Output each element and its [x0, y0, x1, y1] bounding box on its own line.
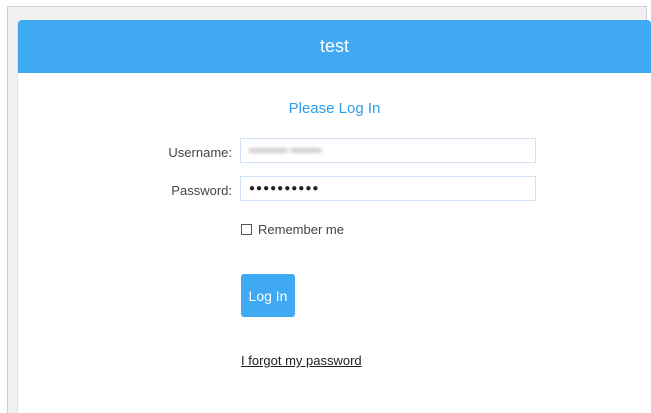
login-button[interactable]: Log In: [241, 274, 295, 317]
password-field[interactable]: ●●●●●●●●●●: [240, 176, 536, 201]
login-subtitle: Please Log In: [288, 100, 381, 117]
card-title: test: [319, 36, 349, 56]
username-label: Username:: [168, 145, 232, 160]
username-field[interactable]: •••••••••• ••••••••: [240, 138, 536, 163]
password-label: Password:: [171, 183, 232, 198]
login-card: test Please Log In Username: •••••••••• …: [17, 20, 651, 413]
username-value: •••••••••• ••••••••: [249, 144, 322, 157]
remember-me-row[interactable]: Remember me: [241, 222, 344, 237]
card-header: test: [18, 20, 651, 73]
remember-me-label[interactable]: Remember me: [258, 222, 344, 237]
remember-me-checkbox[interactable]: [241, 224, 252, 235]
password-value: ●●●●●●●●●●: [249, 183, 320, 194]
forgot-password-link[interactable]: I forgot my password: [241, 353, 362, 368]
